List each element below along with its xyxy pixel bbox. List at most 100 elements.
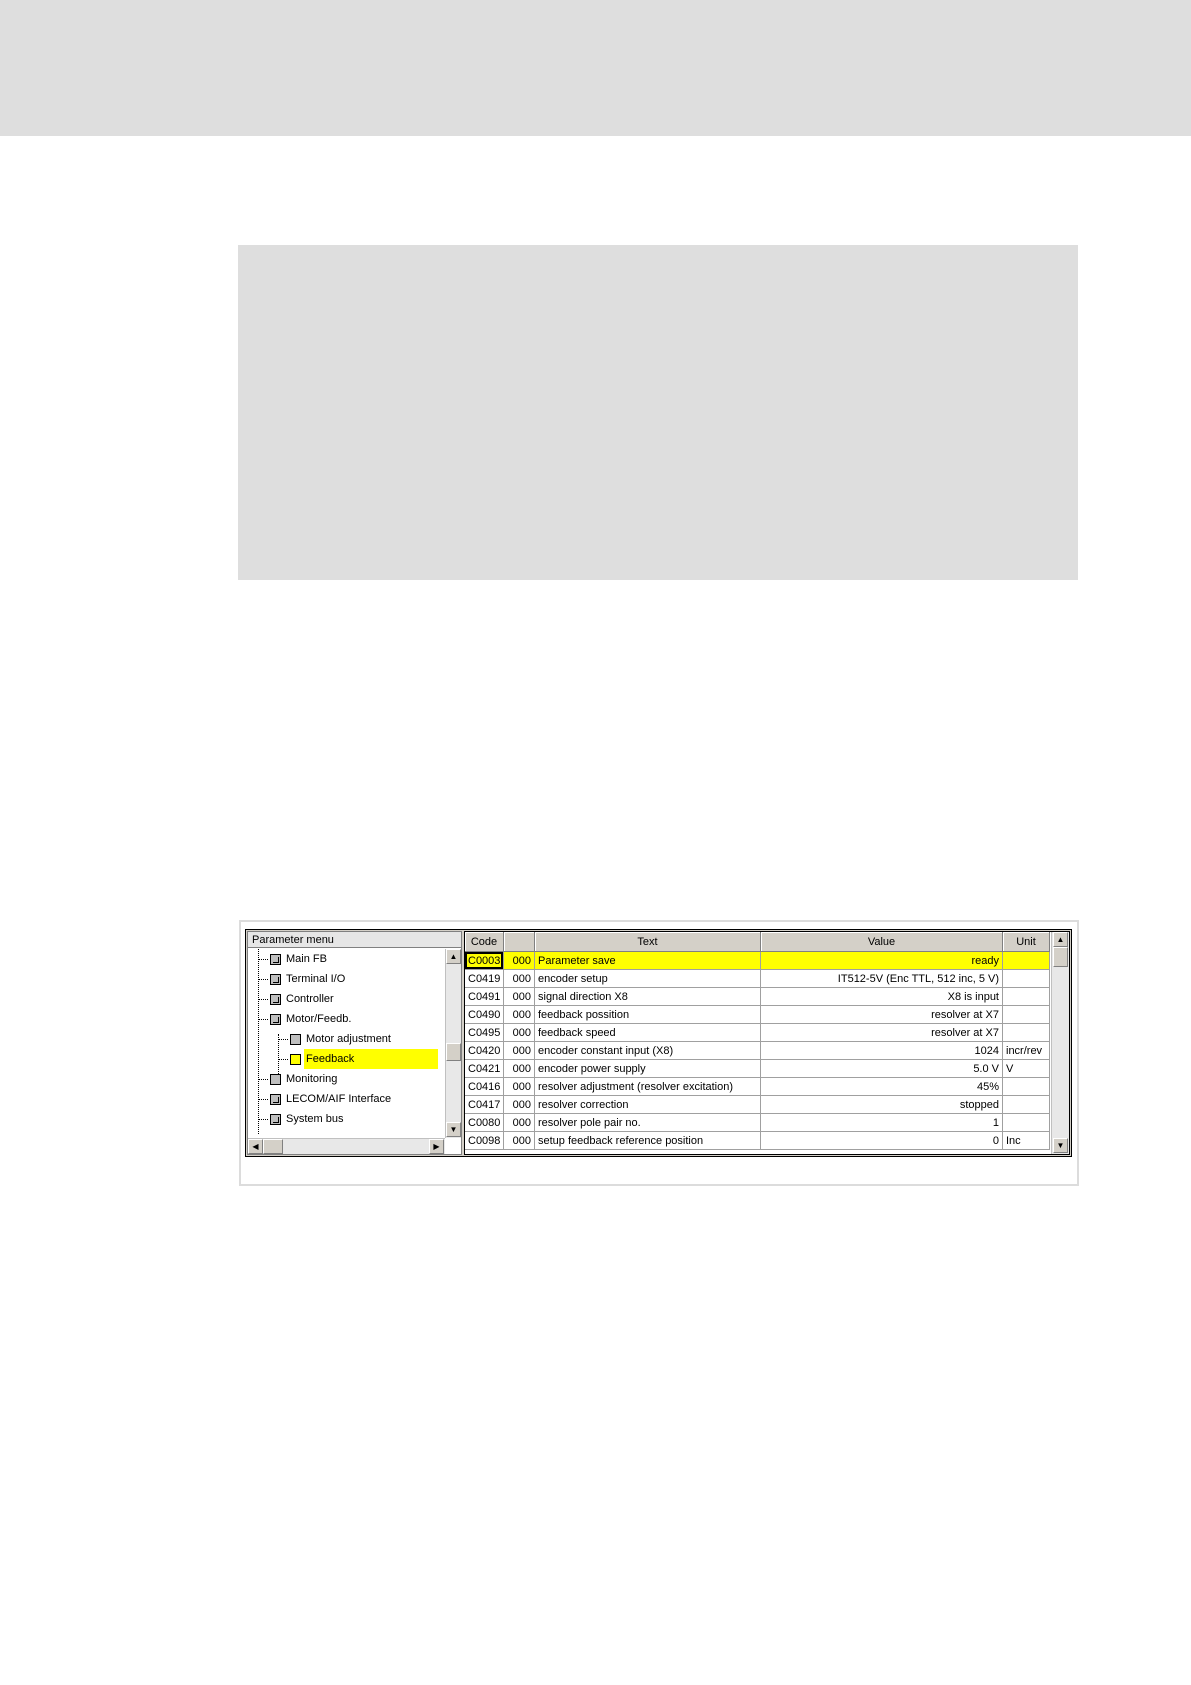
tree-item-label: Terminal I/O (286, 973, 346, 985)
tree-item-motor-feedb[interactable]: Motor/Feedb. (248, 1009, 443, 1029)
subcode-cell: 000 (504, 1078, 535, 1096)
tree-hscroll-thumb[interactable] (263, 1139, 283, 1154)
code-cell[interactable]: C0490 (465, 1006, 504, 1024)
parameter-grid: Code Text Value Unit C0003 000 Parameter… (464, 931, 1070, 1155)
table-row[interactable]: C0420 000 encoder constant input (X8) 10… (465, 1042, 1050, 1060)
tree-item-label: LECOM/AIF Interface (286, 1093, 392, 1105)
code-cell[interactable]: C0098 (465, 1132, 504, 1150)
table-row[interactable]: C0098 000 setup feedback reference posit… (465, 1132, 1050, 1150)
subcode-cell: 000 (504, 1114, 535, 1132)
subcode-cell: 000 (504, 1006, 535, 1024)
code-cell[interactable]: C0421 (465, 1060, 504, 1078)
minus-book-icon (270, 1014, 281, 1025)
column-header-code[interactable]: Code (465, 932, 504, 952)
value-cell[interactable]: stopped (761, 1096, 1003, 1114)
text-cell: resolver adjustment (resolver excitation… (535, 1078, 761, 1096)
code-cell[interactable]: C0491 (465, 988, 504, 1006)
page-header-band (0, 0, 1191, 136)
value-cell[interactable]: resolver at X7 (761, 1024, 1003, 1042)
grid-scroll-thumb[interactable] (1053, 947, 1068, 967)
unit-cell (1003, 1114, 1050, 1132)
unit-cell: Inc (1003, 1132, 1050, 1150)
value-cell[interactable]: resolver at X7 (761, 1006, 1003, 1024)
text-cell: resolver pole pair no. (535, 1114, 761, 1132)
tree-item-controller[interactable]: Controller (248, 989, 443, 1009)
value-cell[interactable]: 45% (761, 1078, 1003, 1096)
text-cell: encoder setup (535, 970, 761, 988)
scroll-down-arrow-icon[interactable]: ▼ (446, 1122, 461, 1137)
tree-item-label: Feedback (304, 1049, 438, 1069)
text-cell: feedback speed (535, 1024, 761, 1042)
table-row[interactable]: C0490 000 feedback possition resolver at… (465, 1006, 1050, 1024)
table-row[interactable]: C0421 000 encoder power supply 5.0 V V (465, 1060, 1050, 1078)
tree-item-system-bus[interactable]: System bus (248, 1109, 443, 1129)
value-cell[interactable]: 1024 (761, 1042, 1003, 1060)
scroll-down-arrow-icon[interactable]: ▼ (1053, 1138, 1068, 1153)
code-cell[interactable]: C0080 (465, 1114, 504, 1132)
scroll-right-arrow-icon[interactable]: ▶ (429, 1139, 444, 1154)
tree-item-terminal-io[interactable]: Terminal I/O (248, 969, 443, 989)
text-cell: encoder constant input (X8) (535, 1042, 761, 1060)
table-row[interactable]: C0416 000 resolver adjustment (resolver … (465, 1078, 1050, 1096)
parameter-menu-tree: Parameter menu Main FB Terminal I/O Cont… (247, 931, 462, 1155)
code-cell[interactable]: C0419 (465, 970, 504, 988)
grey-content-panel (238, 245, 1078, 580)
column-header-text[interactable]: Text (535, 932, 761, 952)
value-cell[interactable]: 1 (761, 1114, 1003, 1132)
tree-item-label: Motor adjustment (306, 1033, 391, 1045)
scroll-up-arrow-icon[interactable]: ▲ (446, 949, 461, 964)
page-icon (270, 1074, 281, 1085)
subcode-cell: 000 (504, 1132, 535, 1150)
scroll-left-arrow-icon[interactable]: ◀ (248, 1139, 263, 1154)
value-cell[interactable]: 5.0 V (761, 1060, 1003, 1078)
scroll-up-arrow-icon[interactable]: ▲ (1053, 932, 1068, 947)
tree-item-motor-adjustment[interactable]: Motor adjustment (248, 1029, 443, 1049)
table-row[interactable]: C0417 000 resolver correction stopped (465, 1096, 1050, 1114)
subcode-cell: 000 (504, 952, 535, 970)
column-header-subcode[interactable] (504, 932, 535, 952)
value-cell[interactable]: X8 is input (761, 988, 1003, 1006)
table-row[interactable]: C0491 000 signal direction X8 X8 is inpu… (465, 988, 1050, 1006)
unit-cell (1003, 1006, 1050, 1024)
column-header-unit[interactable]: Unit (1003, 932, 1050, 952)
tree-item-label: System bus (286, 1113, 344, 1125)
table-row[interactable]: C0080 000 resolver pole pair no. 1 (465, 1114, 1050, 1132)
text-cell: signal direction X8 (535, 988, 761, 1006)
subcode-cell: 000 (504, 1096, 535, 1114)
tree-item-lecom-aif[interactable]: LECOM/AIF Interface (248, 1089, 443, 1109)
unit-cell: incr/rev (1003, 1042, 1050, 1060)
text-cell: feedback possition (535, 1006, 761, 1024)
column-header-value[interactable]: Value (761, 932, 1003, 952)
table-row[interactable]: C0419 000 encoder setup IT512-5V (Enc TT… (465, 970, 1050, 988)
plus-book-icon (270, 1094, 281, 1105)
unit-cell (1003, 988, 1050, 1006)
grid-vertical-scrollbar[interactable]: ▲ ▼ (1051, 932, 1069, 1154)
plus-book-icon (270, 954, 281, 965)
tree-body: Main FB Terminal I/O Controller Motor/Fe… (248, 949, 445, 1138)
code-cell[interactable]: C0003 (465, 952, 504, 970)
value-cell[interactable]: 0 (761, 1132, 1003, 1150)
subcode-cell: 000 (504, 1024, 535, 1042)
value-cell[interactable]: IT512-5V (Enc TTL, 512 inc, 5 V) (761, 970, 1003, 988)
code-cell[interactable]: C0420 (465, 1042, 504, 1060)
tree-item-feedback[interactable]: Feedback (248, 1049, 443, 1069)
code-cell[interactable]: C0416 (465, 1078, 504, 1096)
subcode-cell: 000 (504, 970, 535, 988)
tree-scroll-thumb[interactable] (446, 1043, 461, 1061)
tree-horizontal-scrollbar[interactable]: ◀ ▶ (248, 1138, 445, 1154)
code-cell[interactable]: C0495 (465, 1024, 504, 1042)
tree-item-monitoring[interactable]: Monitoring (248, 1069, 443, 1089)
value-cell[interactable]: ready (761, 952, 1003, 970)
table-row[interactable]: C0003 000 Parameter save ready (465, 952, 1050, 970)
tree-vertical-scrollbar[interactable]: ▲ ▼ (445, 949, 461, 1138)
text-cell: encoder power supply (535, 1060, 761, 1078)
subcode-cell: 000 (504, 988, 535, 1006)
tree-item-label: Controller (286, 993, 334, 1005)
code-cell[interactable]: C0417 (465, 1096, 504, 1114)
tree-item-main-fb[interactable]: Main FB (248, 949, 443, 969)
tree-item-label: Monitoring (286, 1073, 338, 1085)
text-cell: resolver correction (535, 1096, 761, 1114)
table-row[interactable]: C0495 000 feedback speed resolver at X7 (465, 1024, 1050, 1042)
arrow-page-icon (290, 1054, 301, 1065)
unit-cell: V (1003, 1060, 1050, 1078)
